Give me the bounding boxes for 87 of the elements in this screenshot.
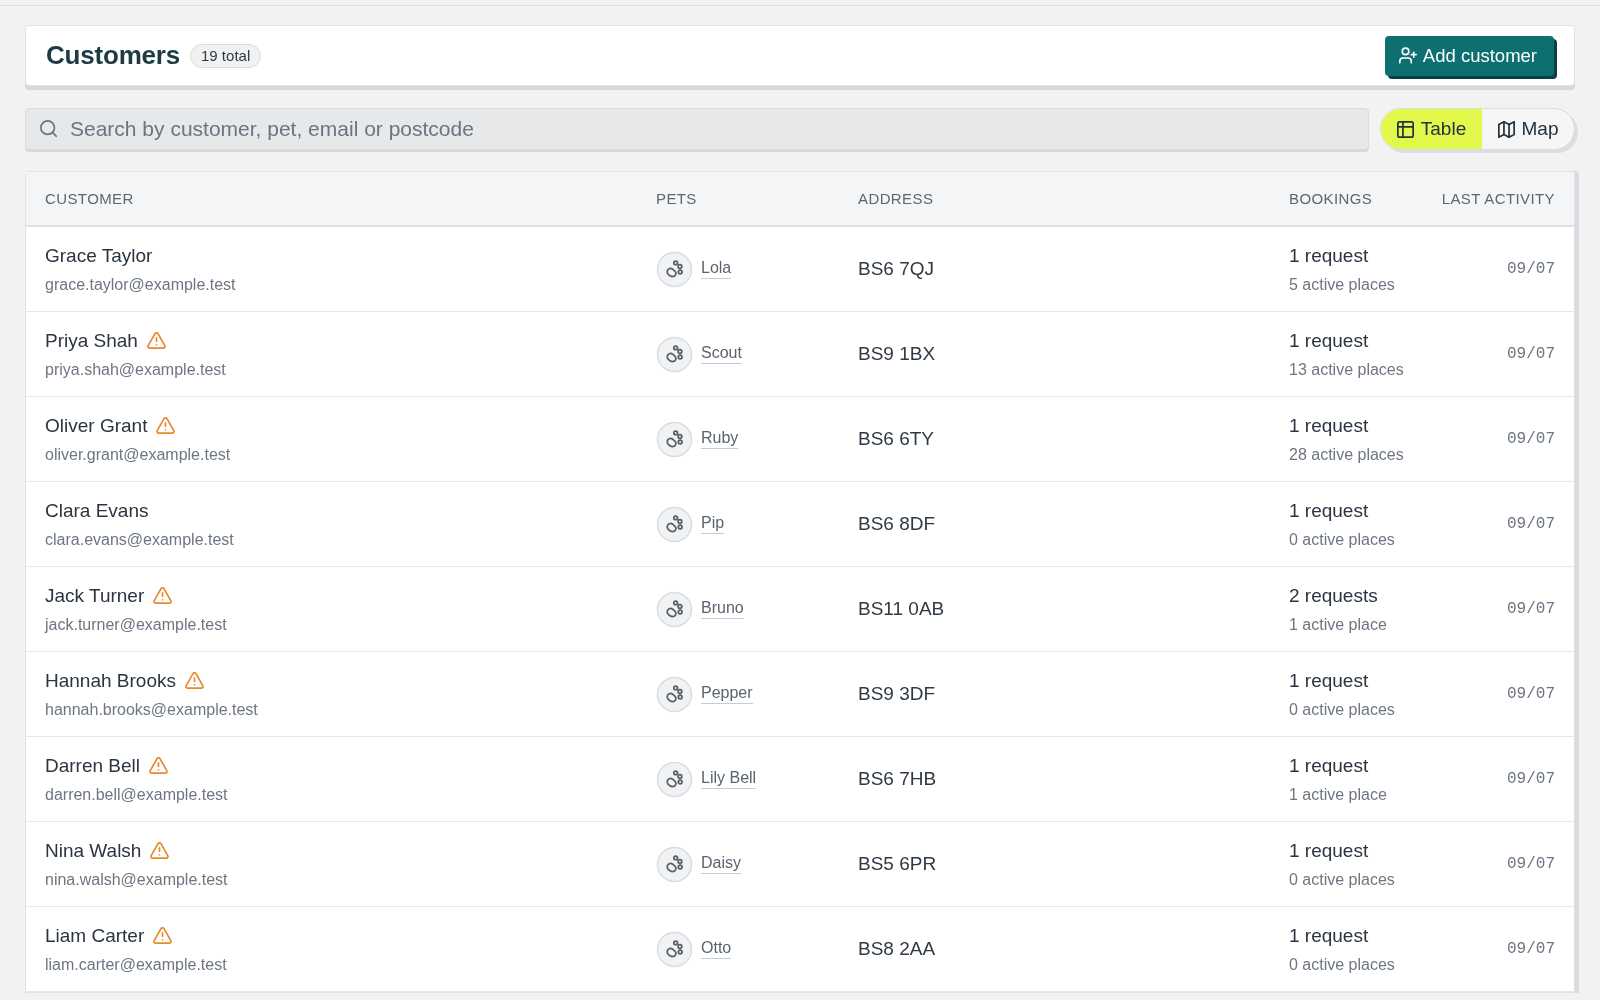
user-plus-icon [1398, 47, 1417, 64]
paw-icon [656, 505, 693, 543]
customer-name: Jack Turner [45, 583, 145, 608]
address-text: BS5 6PR [858, 853, 938, 875]
active-places-text: 0 active places [1289, 954, 1395, 975]
last-activity-date: 09/07 [1507, 855, 1555, 873]
paw-icon [656, 420, 693, 458]
pet-name-link[interactable]: Otto [701, 939, 732, 959]
active-places-text: 0 active places [1289, 869, 1395, 890]
last-activity-date: 09/07 [1507, 345, 1555, 363]
address-text: BS9 3DF [858, 683, 937, 705]
booking-count: 1 request [1289, 328, 1369, 353]
active-places-text: 1 active place [1289, 784, 1387, 805]
paw-icon [656, 590, 693, 628]
column-header: CUSTOMER [45, 190, 135, 207]
customer-name: Grace Taylor [45, 243, 153, 268]
address-text: BS6 7QJ [858, 258, 936, 280]
active-places-text: 13 active places [1289, 359, 1404, 380]
pet-name-link[interactable]: Lily Bell [701, 769, 757, 789]
add-customer-button[interactable]: Add customer [1384, 35, 1554, 76]
active-places-text: 5 active places [1289, 274, 1395, 295]
customer-name: Darren Bell [45, 753, 141, 778]
column-header: LAST ACTIVITY [1440, 190, 1555, 207]
pet-name-link[interactable]: Scout [701, 344, 742, 364]
customer-email: jack.turner@example.test [45, 614, 227, 635]
booking-count: 1 request [1289, 838, 1369, 863]
booking-count: 1 request [1289, 498, 1369, 523]
table-grid-icon [1396, 120, 1414, 138]
search-icon [40, 120, 57, 137]
paw-icon [656, 930, 693, 968]
booking-count: 1 request [1289, 923, 1369, 948]
address-text: BS6 7HB [858, 768, 938, 790]
address-text: BS6 8DF [858, 513, 937, 535]
active-places-text: 0 active places [1289, 529, 1395, 550]
pet-name-link[interactable]: Daisy [701, 854, 741, 874]
active-places-text: 1 active place [1289, 614, 1387, 635]
customer-email: oliver.grant@example.test [45, 444, 231, 465]
column-header: ADDRESS [858, 190, 935, 207]
booking-count: 1 request [1289, 753, 1369, 778]
paw-icon [656, 250, 693, 288]
booking-count: 1 request [1289, 243, 1369, 268]
booking-count: 1 request [1289, 413, 1369, 438]
paw-icon [656, 335, 693, 373]
view-tab[interactable]: Map [1482, 109, 1574, 149]
booking-count: 2 requests [1289, 583, 1378, 608]
customer-email: grace.taylor@example.test [45, 274, 236, 295]
address-text: BS11 0AB [858, 598, 946, 620]
paw-icon [656, 845, 693, 883]
customer-name: Clara Evans [45, 498, 149, 523]
customer-name: Liam Carter [45, 923, 145, 948]
paw-icon [656, 675, 693, 713]
customer-name: Oliver Grant [45, 413, 148, 438]
pet-name-link[interactable]: Pepper [701, 684, 753, 704]
last-activity-date: 09/07 [1507, 600, 1555, 618]
address-text: BS9 1BX [858, 343, 937, 365]
last-activity-date: 09/07 [1507, 770, 1555, 788]
customer-email: nina.walsh@example.test [45, 869, 228, 890]
customer-email: clara.evans@example.test [45, 529, 234, 550]
last-activity-date: 09/07 [1507, 685, 1555, 703]
folded-map-icon [1497, 120, 1515, 138]
pet-name-link[interactable]: Bruno [701, 599, 744, 619]
customer-name: Priya Shah [45, 328, 138, 353]
customer-email: darren.bell@example.test [45, 784, 228, 805]
count-badge: 19 total [190, 43, 262, 68]
view-tab[interactable]: Table [1381, 109, 1482, 149]
pet-name-link[interactable]: Lola [701, 259, 732, 279]
pet-name-link[interactable]: Ruby [701, 429, 739, 449]
customer-name: Nina Walsh [45, 838, 142, 863]
last-activity-date: 09/07 [1507, 940, 1555, 958]
active-places-text: 28 active places [1289, 444, 1404, 465]
search-field[interactable]: Search by customer, pet, email or postcode [25, 108, 1369, 150]
customer-email: liam.carter@example.test [45, 954, 227, 975]
booking-count: 1 request [1289, 668, 1369, 693]
paw-icon [656, 760, 693, 798]
column-header: PETS [656, 190, 698, 207]
column-header: BOOKINGS [1289, 190, 1374, 207]
address-text: BS6 6TY [858, 428, 936, 450]
page-title: Customers [46, 40, 180, 71]
last-activity-date: 09/07 [1507, 430, 1555, 448]
customer-email: priya.shah@example.test [45, 359, 226, 380]
address-text: BS8 2AA [858, 938, 937, 960]
pet-name-link[interactable]: Pip [701, 514, 725, 534]
active-places-text: 0 active places [1289, 699, 1395, 720]
last-activity-date: 09/07 [1507, 260, 1555, 278]
customer-name: Hannah Brooks [45, 668, 176, 693]
last-activity-date: 09/07 [1507, 515, 1555, 533]
customer-email: hannah.brooks@example.test [45, 699, 258, 720]
